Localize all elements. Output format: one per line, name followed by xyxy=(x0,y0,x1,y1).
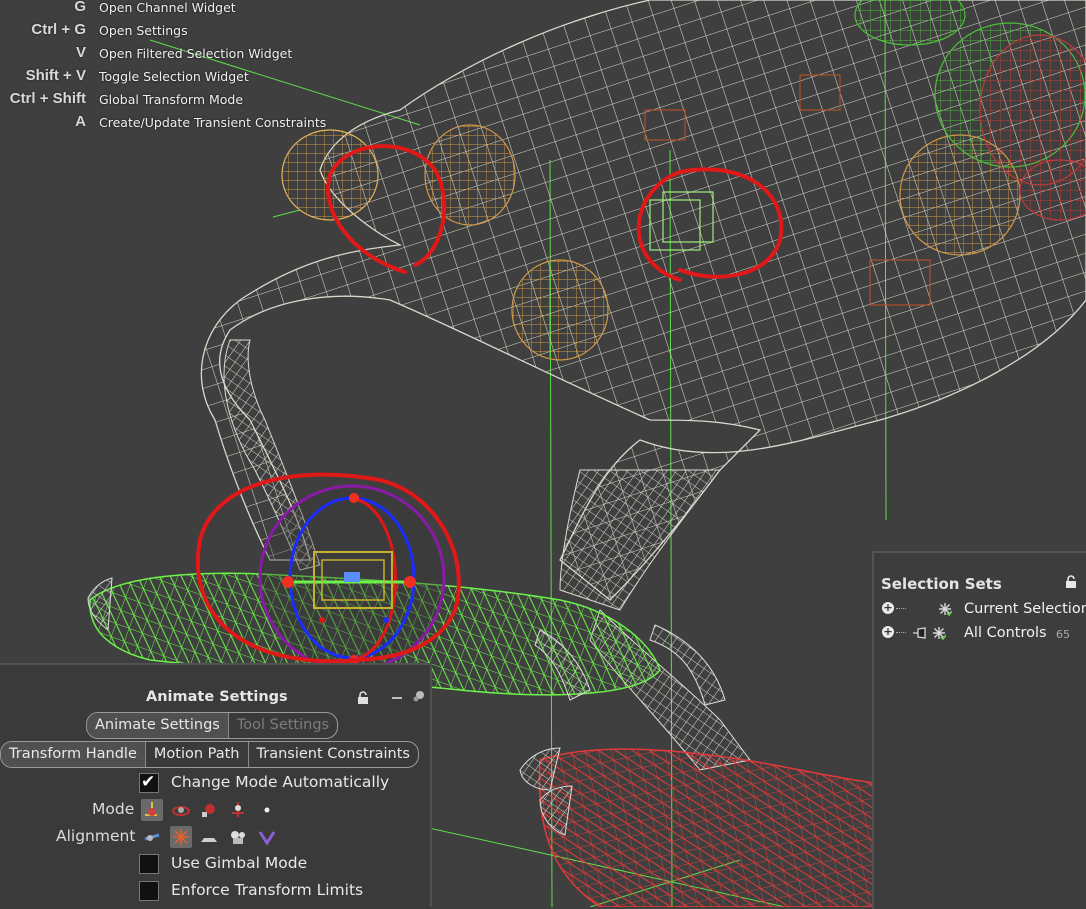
selection-sets-title: Selection Sets xyxy=(881,575,1002,593)
selection-sets-panel: Selection Sets + Current Selection + All… xyxy=(872,551,1086,909)
tree-connector xyxy=(896,632,906,633)
tree-connector xyxy=(896,608,906,609)
plane-align-icon[interactable] xyxy=(198,826,220,848)
hotkey-key: Shift + V xyxy=(25,67,86,84)
hotkey-label: Create/Update Transient Constraints xyxy=(99,115,327,130)
hotkey-label: Open Settings xyxy=(99,23,188,38)
animate-settings-panel: Animate Settings Animate Settings Tool S… xyxy=(0,663,432,909)
gimbal-mode-checkbox[interactable] xyxy=(139,854,159,874)
gimbal-mode-label: Use Gimbal Mode xyxy=(171,854,308,872)
hotkey-label: Toggle Selection Widget xyxy=(99,69,249,84)
transform-limits-label: Enforce Transform Limits xyxy=(171,881,364,899)
tab-tool-settings[interactable]: Tool Settings xyxy=(229,713,337,738)
tab-motion-path[interactable]: Motion Path xyxy=(146,742,249,767)
hotkey-key: G xyxy=(74,0,86,15)
world-align-icon[interactable] xyxy=(141,826,163,848)
transform-gizmo xyxy=(258,484,446,672)
pin-icon[interactable] xyxy=(912,626,926,640)
add-circle-icon[interactable]: + xyxy=(882,626,894,638)
lock-icon[interactable] xyxy=(356,691,370,705)
hotkey-row: Ctrl + G Open Settings xyxy=(0,21,330,43)
selection-set-count: 65 xyxy=(1056,628,1070,641)
hotkey-row: Ctrl + Shift Global Transform Mode xyxy=(0,90,330,112)
add-circle-icon[interactable]: + xyxy=(882,602,894,614)
point-mode-icon[interactable] xyxy=(256,799,278,821)
rotate-mode-icon[interactable] xyxy=(170,799,192,821)
tab-animate-settings[interactable]: Animate Settings xyxy=(87,713,229,738)
handle-tab-bar: Transform Handle Motion Path Transient C… xyxy=(0,741,419,768)
tab-transient-constraints[interactable]: Transient Constraints xyxy=(249,742,418,767)
tab-transform-handle[interactable]: Transform Handle xyxy=(1,742,146,767)
camera-align-icon[interactable] xyxy=(227,826,249,848)
hotkey-label: Global Transform Mode xyxy=(99,92,244,107)
panel-title: Animate Settings xyxy=(146,689,288,705)
mode-label: Mode xyxy=(92,800,135,818)
scale-mode-icon[interactable] xyxy=(198,799,220,821)
hotkey-row: G Open Channel Widget xyxy=(0,0,330,20)
hotkey-row: V Open Filtered Selection Widget xyxy=(0,44,330,66)
selection-set-label: Current Selection xyxy=(964,601,1086,617)
panel-divider xyxy=(430,663,432,907)
selection-set-item[interactable]: + All Controls 65 xyxy=(880,623,1086,645)
hotkey-key: A xyxy=(75,113,86,130)
joint-mode-icon[interactable] xyxy=(227,799,249,821)
custom-align-icon[interactable] xyxy=(256,826,278,848)
hotkey-label: Open Filtered Selection Widget xyxy=(99,46,293,61)
alignment-label: Alignment xyxy=(56,827,136,845)
hotkey-label: Open Channel Widget xyxy=(99,0,236,15)
selection-set-item[interactable]: + Current Selection xyxy=(880,599,1086,621)
hotkey-row: Shift + V Toggle Selection Widget xyxy=(0,67,330,89)
hotkey-key: V xyxy=(75,44,86,61)
hotkey-key: Ctrl + Shift xyxy=(9,90,86,107)
local-align-icon[interactable] xyxy=(170,826,192,848)
settings-tab-bar: Animate Settings Tool Settings xyxy=(86,712,339,739)
minimize-icon[interactable] xyxy=(390,691,404,705)
asterisk-select-icon xyxy=(933,627,946,640)
asterisk-select-icon xyxy=(939,603,952,616)
selection-set-label: All Controls xyxy=(964,625,1047,641)
change-mode-label: Change Mode Automatically xyxy=(171,773,390,791)
hotkey-key: Ctrl + G xyxy=(31,21,86,38)
hotkey-row: A Create/Update Transient Constraints xyxy=(0,113,330,135)
change-mode-checkbox[interactable] xyxy=(139,772,159,793)
lock-icon[interactable] xyxy=(1064,575,1078,589)
transform-limits-checkbox[interactable] xyxy=(139,881,159,901)
translate-mode-icon[interactable] xyxy=(141,799,163,821)
options-icon[interactable] xyxy=(412,689,426,703)
